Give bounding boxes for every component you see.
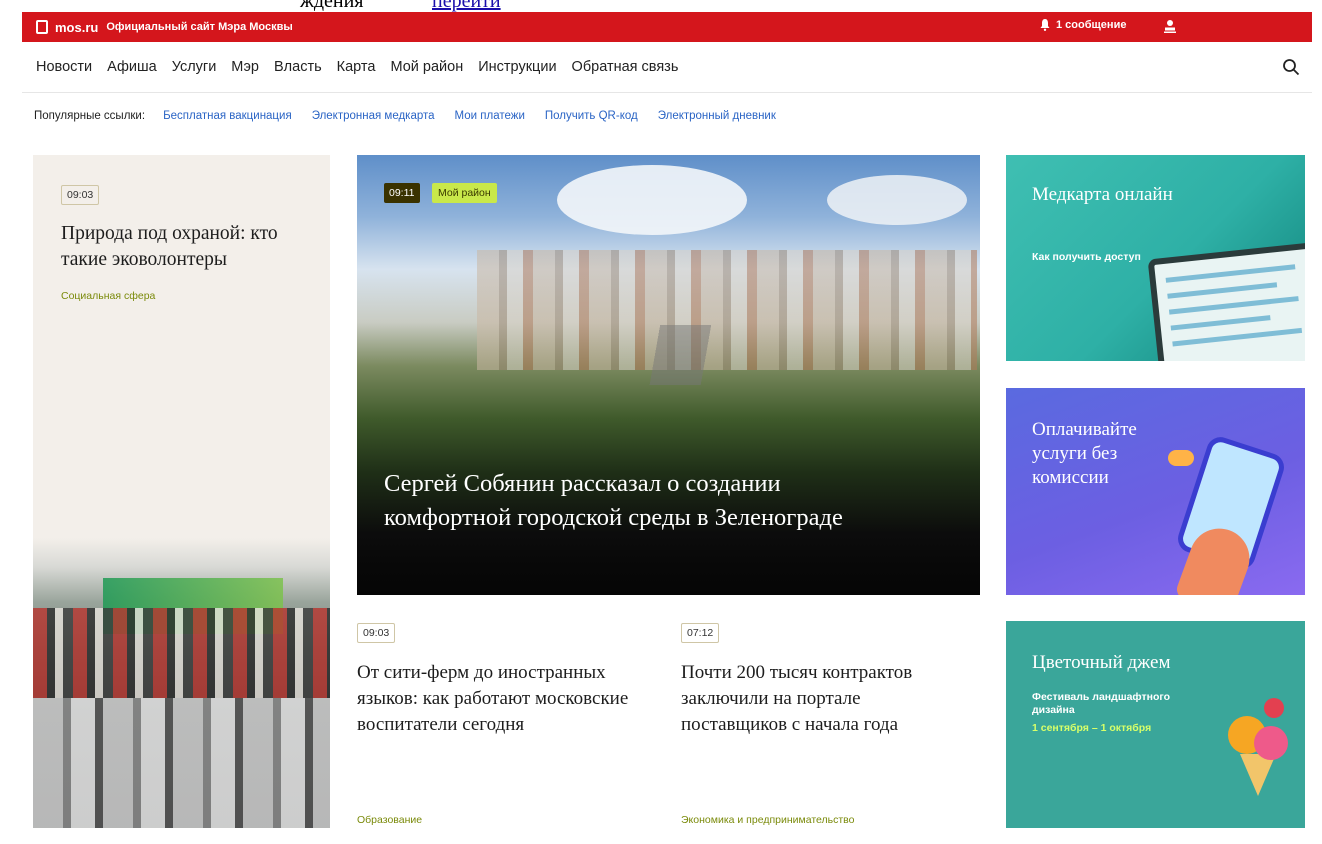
popular-link-vaccination[interactable]: Бесплатная вакцинация <box>163 110 292 122</box>
hero-category-badge[interactable]: Мой район <box>432 183 497 203</box>
news-title[interactable]: От сити-ферм до иностранных языков: как … <box>357 660 657 738</box>
nav-item-authority[interactable]: Власть <box>274 59 322 75</box>
nav-item-instructions[interactable]: Инструкции <box>478 59 556 75</box>
popular-link-payments[interactable]: Мои платежи <box>455 110 525 122</box>
promo-subtitle: Фестиваль ландшафтного дизайна <box>1032 691 1171 716</box>
news-card-eco-volunteers[interactable]: 09:03 Природа под охраной: кто такие эко… <box>33 155 330 828</box>
hero-cloud <box>557 165 747 235</box>
hero-road <box>507 325 980 385</box>
sliver-link[interactable]: перейти <box>432 0 501 12</box>
news-category[interactable]: Образование <box>357 814 422 826</box>
promo-payments[interactable]: Оплачивайте услуги без комиссии <box>1006 388 1305 595</box>
photo-electronics <box>33 698 330 828</box>
main-nav: Новости Афиша Услуги Мэр Власть Карта Мо… <box>22 42 1312 93</box>
sliver-text: ждения <box>300 0 364 12</box>
promo-title: Оплачивайте услуги без комиссии <box>1032 419 1137 488</box>
popular-label: Популярные ссылки: <box>34 110 146 122</box>
promo-flower-jam[interactable]: Цветочный джем Фестиваль ландшафтного ди… <box>1006 621 1305 828</box>
promo-date: 1 сентября – 1 октября <box>1032 722 1152 734</box>
popular-link-qr-code[interactable]: Получить QR-код <box>545 110 638 122</box>
hero-news-card[interactable]: 09:11 Мой район Сергей Собянин рассказал… <box>357 155 980 595</box>
search-icon[interactable] <box>1282 58 1300 76</box>
right-margin <box>1312 0 1322 844</box>
hero-time-badge: 09:11 <box>384 183 420 203</box>
messages-count: 1 сообщение <box>1056 19 1127 31</box>
top-bar: mos.ru Официальный сайт Мэра Москвы 1 со… <box>22 12 1312 42</box>
site-tagline: Официальный сайт Мэра Москвы <box>106 21 293 33</box>
promo-title: Цветочный джем <box>1032 652 1171 673</box>
nav-item-mayor[interactable]: Мэр <box>231 59 259 75</box>
nav-item-my-district[interactable]: Мой район <box>390 59 463 75</box>
eco-volunteers-photo <box>33 538 330 828</box>
photo-people <box>33 608 330 698</box>
nav-item-map[interactable]: Карта <box>337 59 376 75</box>
nav-item-feedback[interactable]: Обратная связь <box>572 59 679 75</box>
promo-subtitle: Как получить доступ <box>1032 251 1141 263</box>
news-category[interactable]: Социальная сфера <box>61 290 155 302</box>
tablet-illustration <box>1147 241 1305 361</box>
hero-title[interactable]: Сергей Собянин рассказал о создании комф… <box>384 467 904 535</box>
hero-cloud <box>827 175 967 225</box>
messages-link[interactable]: 1 сообщение <box>1040 19 1126 31</box>
news-title[interactable]: Почти 200 тысяч контрактов заключили на … <box>681 660 971 738</box>
flowers-illustration <box>1220 696 1290 796</box>
user-icon[interactable] <box>1164 19 1176 33</box>
nav-item-services[interactable]: Услуги <box>172 59 217 75</box>
nav-item-afisha[interactable]: Афиша <box>107 59 157 75</box>
brand-name[interactable]: mos.ru <box>55 20 98 35</box>
news-title[interactable]: Природа под охраной: кто такие эковолонт… <box>61 221 311 273</box>
mos-logo-icon[interactable] <box>36 20 48 34</box>
popular-link-diary[interactable]: Электронный дневник <box>658 110 776 122</box>
news-category[interactable]: Экономика и предпринимательство <box>681 814 854 826</box>
time-badge: 09:03 <box>357 623 396 643</box>
time-badge: 07:12 <box>681 623 720 643</box>
top-sliver: ждения перейти <box>0 0 1322 12</box>
popular-links: Популярные ссылки: Бесплатная вакцинация… <box>34 110 796 122</box>
promo-medcard[interactable]: Медкарта онлайн Как получить доступ <box>1006 155 1305 361</box>
popular-link-medcard[interactable]: Электронная медкарта <box>312 110 435 122</box>
time-badge: 09:03 <box>61 185 100 205</box>
nav-item-news[interactable]: Новости <box>36 59 92 75</box>
coins-illustration <box>1168 450 1194 466</box>
bell-icon <box>1040 19 1050 31</box>
promo-title: Медкарта онлайн <box>1032 184 1173 205</box>
